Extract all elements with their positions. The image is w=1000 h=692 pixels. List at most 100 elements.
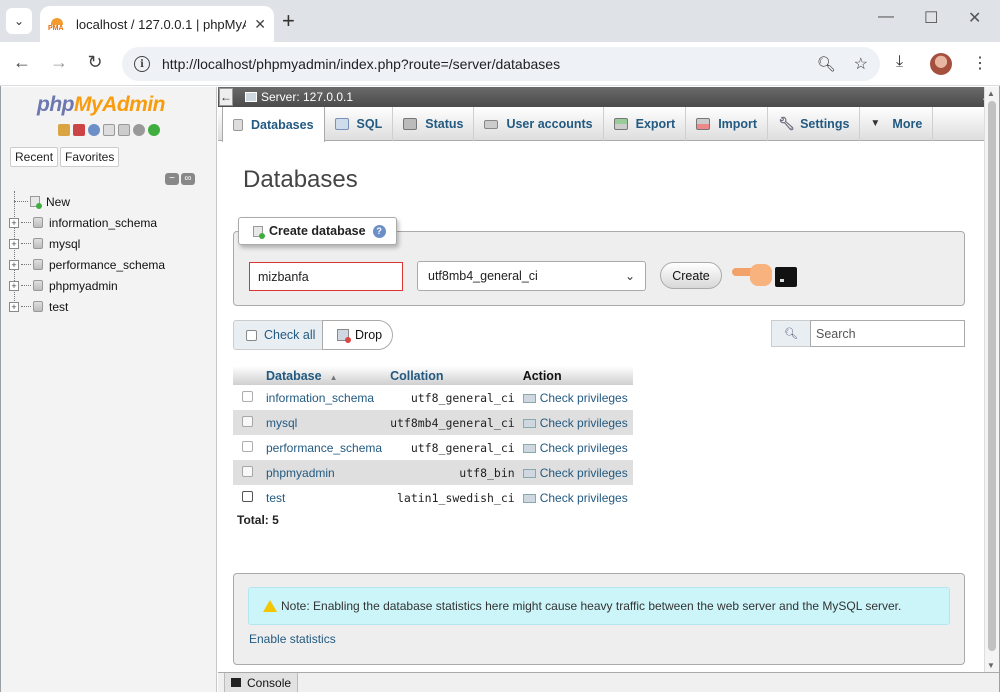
- check-privileges-link[interactable]: Check privileges: [518, 410, 633, 435]
- favorites-button[interactable]: Favorites: [60, 147, 120, 167]
- row-checkbox[interactable]: [242, 440, 253, 452]
- table-row: performance_schema utf8_general_ci Check…: [233, 435, 633, 460]
- expand-icon[interactable]: +: [9, 301, 19, 312]
- window-close-icon[interactable]: ✕: [968, 8, 981, 28]
- tree-item-label[interactable]: mysql: [49, 237, 80, 251]
- scroll-down-icon[interactable]: ▼: [987, 661, 995, 670]
- collapse-all-icon[interactable]: −: [165, 173, 179, 185]
- drop-button[interactable]: Drop: [322, 320, 393, 350]
- collation-select[interactable]: utf8mb4_general_ci ⌄: [417, 261, 646, 291]
- database-name-link[interactable]: information_schema: [262, 385, 387, 410]
- console-toggle[interactable]: Console: [224, 673, 299, 692]
- docs-icon[interactable]: [103, 124, 115, 136]
- expand-icon[interactable]: +: [9, 280, 19, 291]
- tree-item-performance-schema[interactable]: + performance_schema: [9, 254, 165, 275]
- check-privileges-link[interactable]: Check privileges: [518, 385, 633, 410]
- tab-export[interactable]: Export: [604, 107, 687, 141]
- address-bar[interactable]: i http://localhost/phpmyadmin/index.php?…: [122, 47, 880, 81]
- home-icon[interactable]: [58, 124, 70, 136]
- scroll-up-icon[interactable]: ▲: [987, 89, 995, 98]
- gear-icon[interactable]: [133, 124, 145, 136]
- kebab-menu-icon[interactable]: ⋮: [972, 53, 988, 73]
- row-checkbox[interactable]: [242, 415, 253, 427]
- tree-item-label[interactable]: performance_schema: [49, 258, 165, 272]
- row-checkbox-cell: [233, 410, 262, 435]
- scroll-thumb[interactable]: [988, 101, 996, 651]
- logout-icon[interactable]: [73, 124, 85, 136]
- browser-tab[interactable]: PMA localhost / 127.0.0.1 | phpMyAdmin ✕: [40, 6, 274, 42]
- tab-status[interactable]: Status: [393, 107, 475, 141]
- back-arrow-icon[interactable]: ←: [10, 52, 34, 73]
- status-icon: [403, 118, 418, 130]
- header-collation[interactable]: Collation: [386, 366, 519, 385]
- expand-icon[interactable]: +: [9, 259, 19, 270]
- check-privileges-link[interactable]: Check privileges: [518, 460, 633, 485]
- database-name-input[interactable]: [249, 262, 403, 291]
- check-privileges-link[interactable]: Check privileges: [518, 485, 633, 510]
- profile-avatar[interactable]: [930, 53, 952, 75]
- reload-icon[interactable]: ↻: [83, 52, 107, 73]
- tab-databases[interactable]: Databases: [222, 107, 325, 142]
- tab-sql[interactable]: SQL: [325, 107, 394, 141]
- row-checkbox[interactable]: [242, 465, 253, 477]
- minimize-icon[interactable]: —: [878, 8, 894, 26]
- tab-search-button[interactable]: ⌄: [6, 8, 32, 34]
- phpmyadmin-logo[interactable]: phpMyAdmin: [37, 93, 165, 117]
- zoom-icon[interactable]: 🔍︎: [817, 55, 836, 73]
- link-with-main-icon[interactable]: ∞: [181, 173, 195, 185]
- check-all-control[interactable]: Check all: [233, 320, 323, 350]
- tab-more[interactable]: ▼ More: [860, 107, 934, 141]
- privileges-icon: [522, 418, 536, 428]
- tree-item-label[interactable]: phpmyadmin: [49, 279, 118, 293]
- maximize-icon[interactable]: ☐: [924, 8, 938, 28]
- forward-arrow-icon[interactable]: →: [47, 52, 71, 73]
- enable-statistics-link[interactable]: Enable statistics: [249, 632, 336, 646]
- server-label[interactable]: Server: 127.0.0.1: [261, 90, 353, 104]
- tree-item-label[interactable]: information_schema: [49, 216, 157, 230]
- site-info-icon[interactable]: i: [134, 56, 150, 72]
- tree-item-test[interactable]: + test: [9, 296, 165, 317]
- collapse-panel-icon[interactable]: ←: [219, 88, 233, 106]
- row-checkbox-cell: [233, 460, 262, 485]
- check-all-checkbox[interactable]: [246, 329, 257, 341]
- header-database[interactable]: Database ▲: [262, 366, 387, 385]
- check-privileges-link[interactable]: Check privileges: [518, 435, 633, 460]
- vertical-scrollbar[interactable]: ▲ ▼: [984, 87, 999, 672]
- create-database-legend: Create database ?: [238, 217, 397, 245]
- tree-item-label[interactable]: New: [46, 195, 70, 209]
- collation-value: utf8mb4_general_ci: [386, 410, 519, 435]
- help-icon[interactable]: [88, 124, 100, 136]
- download-icon[interactable]: ⤓: [896, 53, 903, 71]
- row-checkbox[interactable]: [242, 490, 253, 502]
- tab-user-accounts[interactable]: User accounts: [474, 107, 604, 141]
- expand-icon[interactable]: +: [9, 238, 19, 249]
- console-label: Console: [247, 675, 292, 690]
- tree-item-label[interactable]: test: [49, 300, 68, 314]
- warning-icon: [263, 600, 277, 612]
- help-icon[interactable]: ?: [372, 224, 386, 238]
- database-name-link[interactable]: mysql: [262, 410, 387, 435]
- new-tab-icon[interactable]: +: [282, 8, 295, 34]
- tree-item-mysql[interactable]: + mysql: [9, 233, 165, 254]
- tree-item-information-schema[interactable]: + information_schema: [9, 212, 165, 233]
- check-all-label[interactable]: Check all: [264, 328, 315, 342]
- address-url[interactable]: http://localhost/phpmyadmin/index.php?ro…: [162, 56, 560, 72]
- tree-item-new[interactable]: New: [9, 191, 165, 212]
- reload-navigation-icon[interactable]: [148, 124, 160, 136]
- row-checkbox[interactable]: [242, 390, 253, 402]
- close-icon[interactable]: ✕: [254, 16, 266, 33]
- create-button[interactable]: Create: [660, 262, 722, 289]
- database-name-link[interactable]: performance_schema: [262, 435, 387, 460]
- tree-item-phpmyadmin[interactable]: + phpmyadmin: [9, 275, 165, 296]
- tree-controls: − ∞: [165, 173, 195, 185]
- tab-settings[interactable]: 🔧︎ Settings: [768, 107, 861, 141]
- recent-button[interactable]: Recent: [10, 147, 59, 167]
- bookmark-star-icon[interactable]: ☆: [854, 54, 868, 74]
- tab-import[interactable]: Import: [686, 107, 769, 141]
- sql-icon: [334, 118, 349, 130]
- database-name-link[interactable]: phpmyadmin: [262, 460, 387, 485]
- search-input[interactable]: [810, 320, 965, 347]
- expand-icon[interactable]: +: [9, 217, 19, 228]
- database-name-link[interactable]: test: [262, 485, 387, 510]
- sql-docs-icon[interactable]: [118, 124, 130, 136]
